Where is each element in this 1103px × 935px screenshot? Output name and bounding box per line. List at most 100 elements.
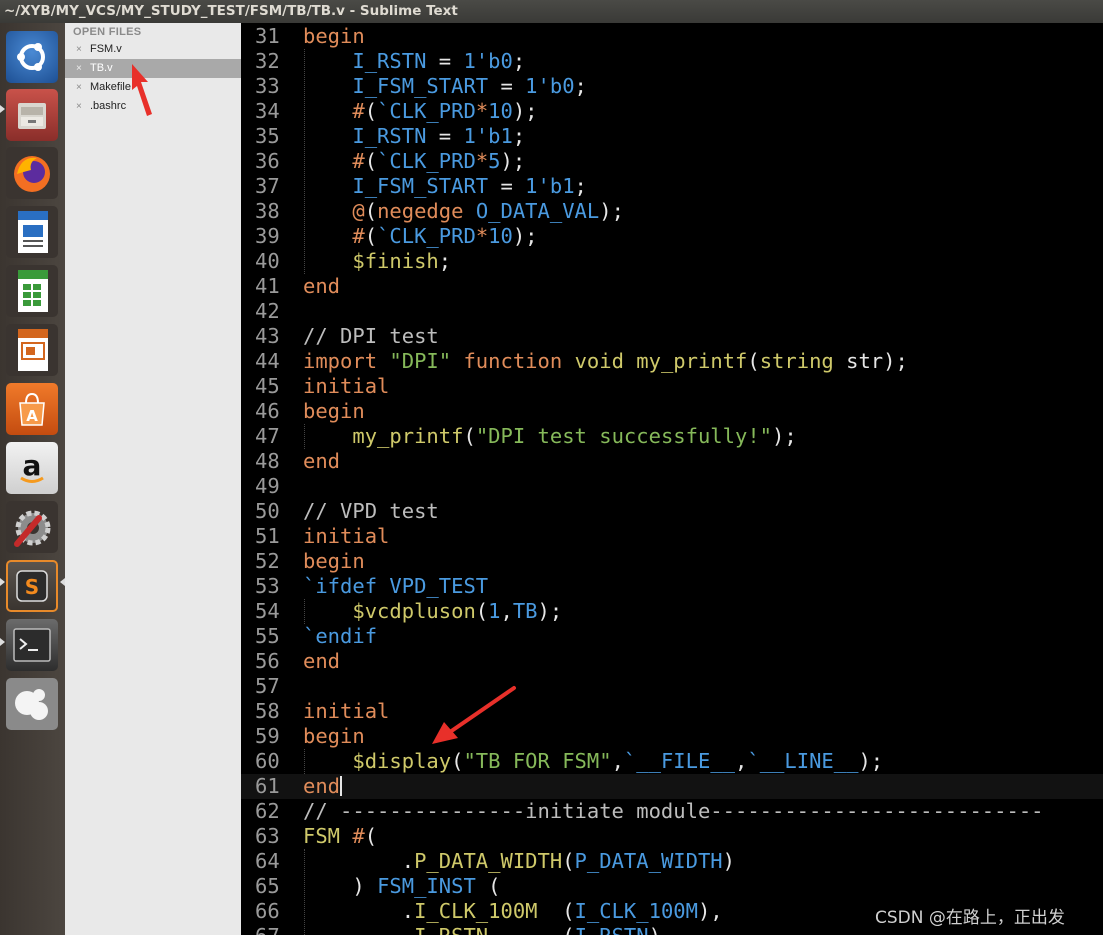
code-line[interactable]: 65 ) FSM_INST ( [241, 874, 1103, 899]
code-line[interactable]: 49 [241, 474, 1103, 499]
code-line[interactable]: 33 I_FSM_START = 1'b0; [241, 74, 1103, 99]
code-text: .I_CLK_100M (I_CLK_100M), [303, 899, 723, 923]
files-icon[interactable] [6, 89, 58, 141]
unity-launcher: A a S [0, 23, 65, 935]
close-icon[interactable]: × [76, 97, 82, 116]
code-line[interactable]: 36 #(`CLK_PRD*5); [241, 149, 1103, 174]
code-line[interactable]: 64 .P_DATA_WIDTH(P_DATA_WIDTH) [241, 849, 1103, 874]
writer-icon[interactable] [6, 206, 58, 258]
line-number: 42 [255, 299, 280, 323]
code-text: my_printf("DPI test successfully!"); [352, 424, 797, 448]
code-text: initial [303, 699, 390, 723]
code-line[interactable]: 42 [241, 299, 1103, 324]
code-line[interactable]: 56 end [241, 649, 1103, 674]
code-line[interactable]: 32 I_RSTN = 1'b0; [241, 49, 1103, 74]
line-number: 34 [255, 99, 280, 123]
code-line[interactable]: 43 // DPI test [241, 324, 1103, 349]
line-number: 45 [255, 374, 280, 398]
code-line[interactable]: 34 #(`CLK_PRD*10); [241, 99, 1103, 124]
line-number: 58 [255, 699, 280, 723]
line-number: 59 [255, 724, 280, 748]
code-line[interactable]: 61 end [241, 774, 1103, 799]
code-line[interactable]: 55 `endif [241, 624, 1103, 649]
code-line[interactable]: 59 begin [241, 724, 1103, 749]
code-line[interactable]: 48 end [241, 449, 1103, 474]
line-number: 63 [255, 824, 280, 848]
code-line[interactable]: 46 begin [241, 399, 1103, 424]
code-text: end [303, 449, 341, 473]
line-number: 39 [255, 224, 280, 248]
svg-text:S: S [25, 575, 39, 599]
line-number: 60 [255, 749, 280, 773]
code-text: begin [303, 24, 365, 48]
code-line[interactable]: 50 // VPD test [241, 499, 1103, 524]
code-line[interactable]: 31 begin [241, 24, 1103, 49]
open-file-label: FSM.v [90, 43, 122, 55]
close-icon[interactable]: × [76, 59, 82, 78]
code-line[interactable]: 60 $display("TB FOR FSM",`__FILE__,`__LI… [241, 749, 1103, 774]
code-line[interactable]: 39 #(`CLK_PRD*10); [241, 224, 1103, 249]
code-line[interactable]: 38 @(negedge O_DATA_VAL); [241, 199, 1103, 224]
amazon-icon[interactable]: a [6, 442, 58, 494]
code-line[interactable]: 52 begin [241, 549, 1103, 574]
line-number: 56 [255, 649, 280, 673]
calc-icon[interactable] [6, 265, 58, 317]
code-text: begin [303, 399, 365, 423]
ubuntu-dash-icon[interactable] [6, 31, 58, 83]
line-number: 65 [255, 874, 280, 898]
code-line[interactable]: 51 initial [241, 524, 1103, 549]
svg-text:A: A [26, 407, 38, 425]
terminal-icon[interactable] [6, 619, 58, 671]
line-number: 57 [255, 674, 280, 698]
watermark: CSDN @在路上，正出发 [875, 908, 1065, 928]
code-text: .I_RSTN (I_RSTN), [303, 924, 674, 935]
code-editor[interactable]: 31 begin 32 I_RSTN = 1'b0; 33 I_FSM_START =… [241, 23, 1103, 935]
close-icon[interactable]: × [76, 78, 82, 97]
line-number: 52 [255, 549, 280, 573]
code-text: #(`CLK_PRD*10); [352, 99, 538, 123]
code-text: // DPI test [303, 324, 439, 348]
line-number: 33 [255, 74, 280, 98]
line-number: 62 [255, 799, 280, 823]
impress-icon[interactable] [6, 324, 58, 376]
code-line[interactable]: 40 $finish; [241, 249, 1103, 274]
line-number: 32 [255, 49, 280, 73]
line-number: 49 [255, 474, 280, 498]
code-text: I_FSM_START = 1'b0; [352, 74, 587, 98]
code-text: ) FSM_INST ( [303, 874, 501, 898]
code-line[interactable]: 45 initial [241, 374, 1103, 399]
code-line[interactable]: 37 I_FSM_START = 1'b1; [241, 174, 1103, 199]
code-line[interactable]: 54 $vcdpluson(1,TB); [241, 599, 1103, 624]
code-text: I_RSTN = 1'b0; [352, 49, 526, 73]
line-number: 55 [255, 624, 280, 648]
code-line[interactable]: 62 // ---------------initiate module-----… [241, 799, 1103, 824]
code-line[interactable]: 47 my_printf("DPI test successfully!"); [241, 424, 1103, 449]
sublime-text-icon[interactable]: S [6, 560, 58, 612]
system-settings-icon[interactable] [6, 501, 58, 553]
code-line[interactable]: 58 initial [241, 699, 1103, 724]
code-line[interactable]: 35 I_RSTN = 1'b1; [241, 124, 1103, 149]
code-line[interactable]: 57 [241, 674, 1103, 699]
line-number: 44 [255, 349, 280, 373]
code-text: `endif [303, 624, 378, 648]
indent-guide [304, 424, 305, 449]
line-number: 64 [255, 849, 280, 873]
line-number: 43 [255, 324, 280, 348]
code-text: I_RSTN = 1'b1; [352, 124, 526, 148]
close-icon[interactable]: × [76, 40, 82, 59]
indent-guide [304, 49, 305, 274]
firefox-icon[interactable] [6, 147, 58, 199]
code-line[interactable]: 41 end [241, 274, 1103, 299]
line-number: 38 [255, 199, 280, 223]
open-file-item[interactable]: × TB.v [65, 59, 241, 78]
code-line[interactable]: 53 `ifdef VPD_TEST [241, 574, 1103, 599]
software-center-icon[interactable]: A [6, 383, 58, 435]
app-icon[interactable] [6, 678, 58, 730]
open-file-item[interactable]: × FSM.v [65, 40, 241, 59]
code-line[interactable]: 63 FSM #( [241, 824, 1103, 849]
open-file-item[interactable]: × Makefile [65, 78, 241, 97]
line-number: 40 [255, 249, 280, 273]
open-file-item[interactable]: × .bashrc [65, 97, 241, 116]
code-line[interactable]: 44 import "DPI" function void my_printf(s… [241, 349, 1103, 374]
open-files-header: OPEN FILES [73, 26, 142, 38]
